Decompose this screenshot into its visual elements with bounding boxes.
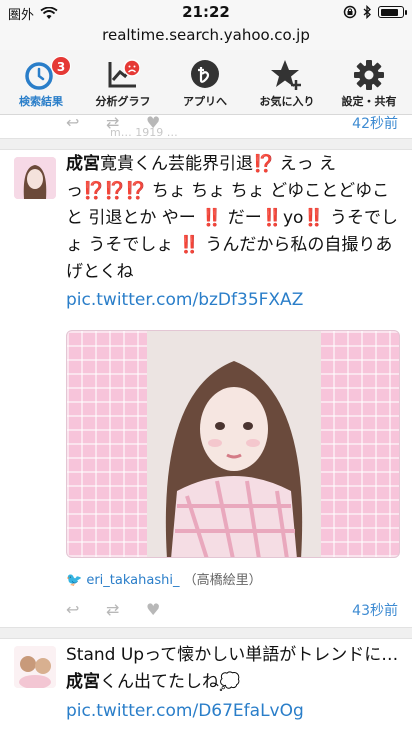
reply-icon[interactable]: ↩ [66,113,79,132]
bluetooth-icon [363,5,371,19]
toolbar-to-app[interactable]: アプリへ [164,50,246,114]
avatar[interactable] [14,157,56,199]
tweet-body: 寛貴くん芸能界引退⁉️ えっ えっ⁉️⁉️⁉️ ちょ ちょ ちょ どゆことどゆこ… [66,154,398,282]
retweet-icon[interactable]: ⇄ [106,113,119,132]
author-handle: eri_takahashi_ [86,573,180,588]
toolbar-label-search: 検索結果 [19,95,63,108]
tweet-author[interactable]: 🐦 eri_takahashi_ （高橋絵里） [66,569,262,588]
tweet-body-end: くん出てたしね💭 [100,672,241,692]
avatar-image [14,646,56,688]
tweet-text: 成宮寛貴くん芸能界引退⁉️ えっ えっ⁉️⁉️⁉️ ちょ ちょ ちょ どゆことど… [66,151,402,286]
like-heart-icon[interactable]: ♥ [146,113,160,132]
like-heart-icon[interactable]: ♥ [146,600,160,619]
toolbar-label-app: アプリへ [183,95,227,108]
avatar-image [14,157,56,199]
feed-divider [0,138,412,150]
tweet-time[interactable]: 42秒前 [352,113,398,133]
battery-icon [378,6,407,18]
app-icon [191,60,219,88]
toolbar-label-favorites: お気に入り [259,95,315,108]
tweet-actions: ↩ ⇄ ♥ 43秒前 [66,598,402,620]
tweet-photo[interactable] [66,330,400,558]
status-right [343,5,407,19]
gear-icon [354,60,384,90]
photo-selfie [147,331,321,557]
status-bar: 圏外 21:22 [0,0,412,24]
star-plus-icon [271,60,301,90]
retweet-icon[interactable]: ⇄ [106,600,119,619]
toolbar-search-results[interactable]: 3 検索結果 [0,50,82,114]
author-name: （高橋絵里） [183,573,262,588]
notification-badge: 3 [51,56,71,76]
toolbar-settings-share[interactable]: 設定・共有 [328,50,410,114]
tweet-link[interactable]: pic.twitter.com/bzDf35FXAZ [66,290,303,310]
toolbar-label-settings: 設定・共有 [341,95,397,108]
tweet-body: Stand Upって懐かしい単語がトレンドに… [66,645,399,665]
tweet-time[interactable]: 43秒前 [352,600,398,620]
toolbar-label-graph: 分析グラフ [95,95,151,108]
avatar[interactable] [14,646,56,688]
rotation-lock-icon [343,5,357,19]
toolbar-favorites[interactable]: お気に入り [246,50,328,114]
toolbar: m… 1919 … 3 検索結果 分析グラフ アプリへ お気に入り 設定・共有 [0,50,412,139]
highlight-keyword: 成宮 [66,154,100,174]
toolbar-analysis-graph[interactable]: 分析グラフ [82,50,164,114]
highlight-keyword: 成宮 [66,672,100,692]
tweet-text: Stand Upって懐かしい単語がトレンドに… 成宮くん出てたしね💭 [66,642,402,696]
prev-tweet-actions: ↩ ⇄ ♥ 42秒前 [66,111,402,133]
url-bar[interactable]: realtime.search.yahoo.co.jp [0,24,412,50]
chart-icon [108,59,140,88]
twitter-bird-icon: 🐦 [66,573,83,588]
feed-divider [0,627,412,639]
reply-icon[interactable]: ↩ [66,600,79,619]
tweet-link[interactable]: pic.twitter.com/D67EfaLvOg [66,701,304,721]
